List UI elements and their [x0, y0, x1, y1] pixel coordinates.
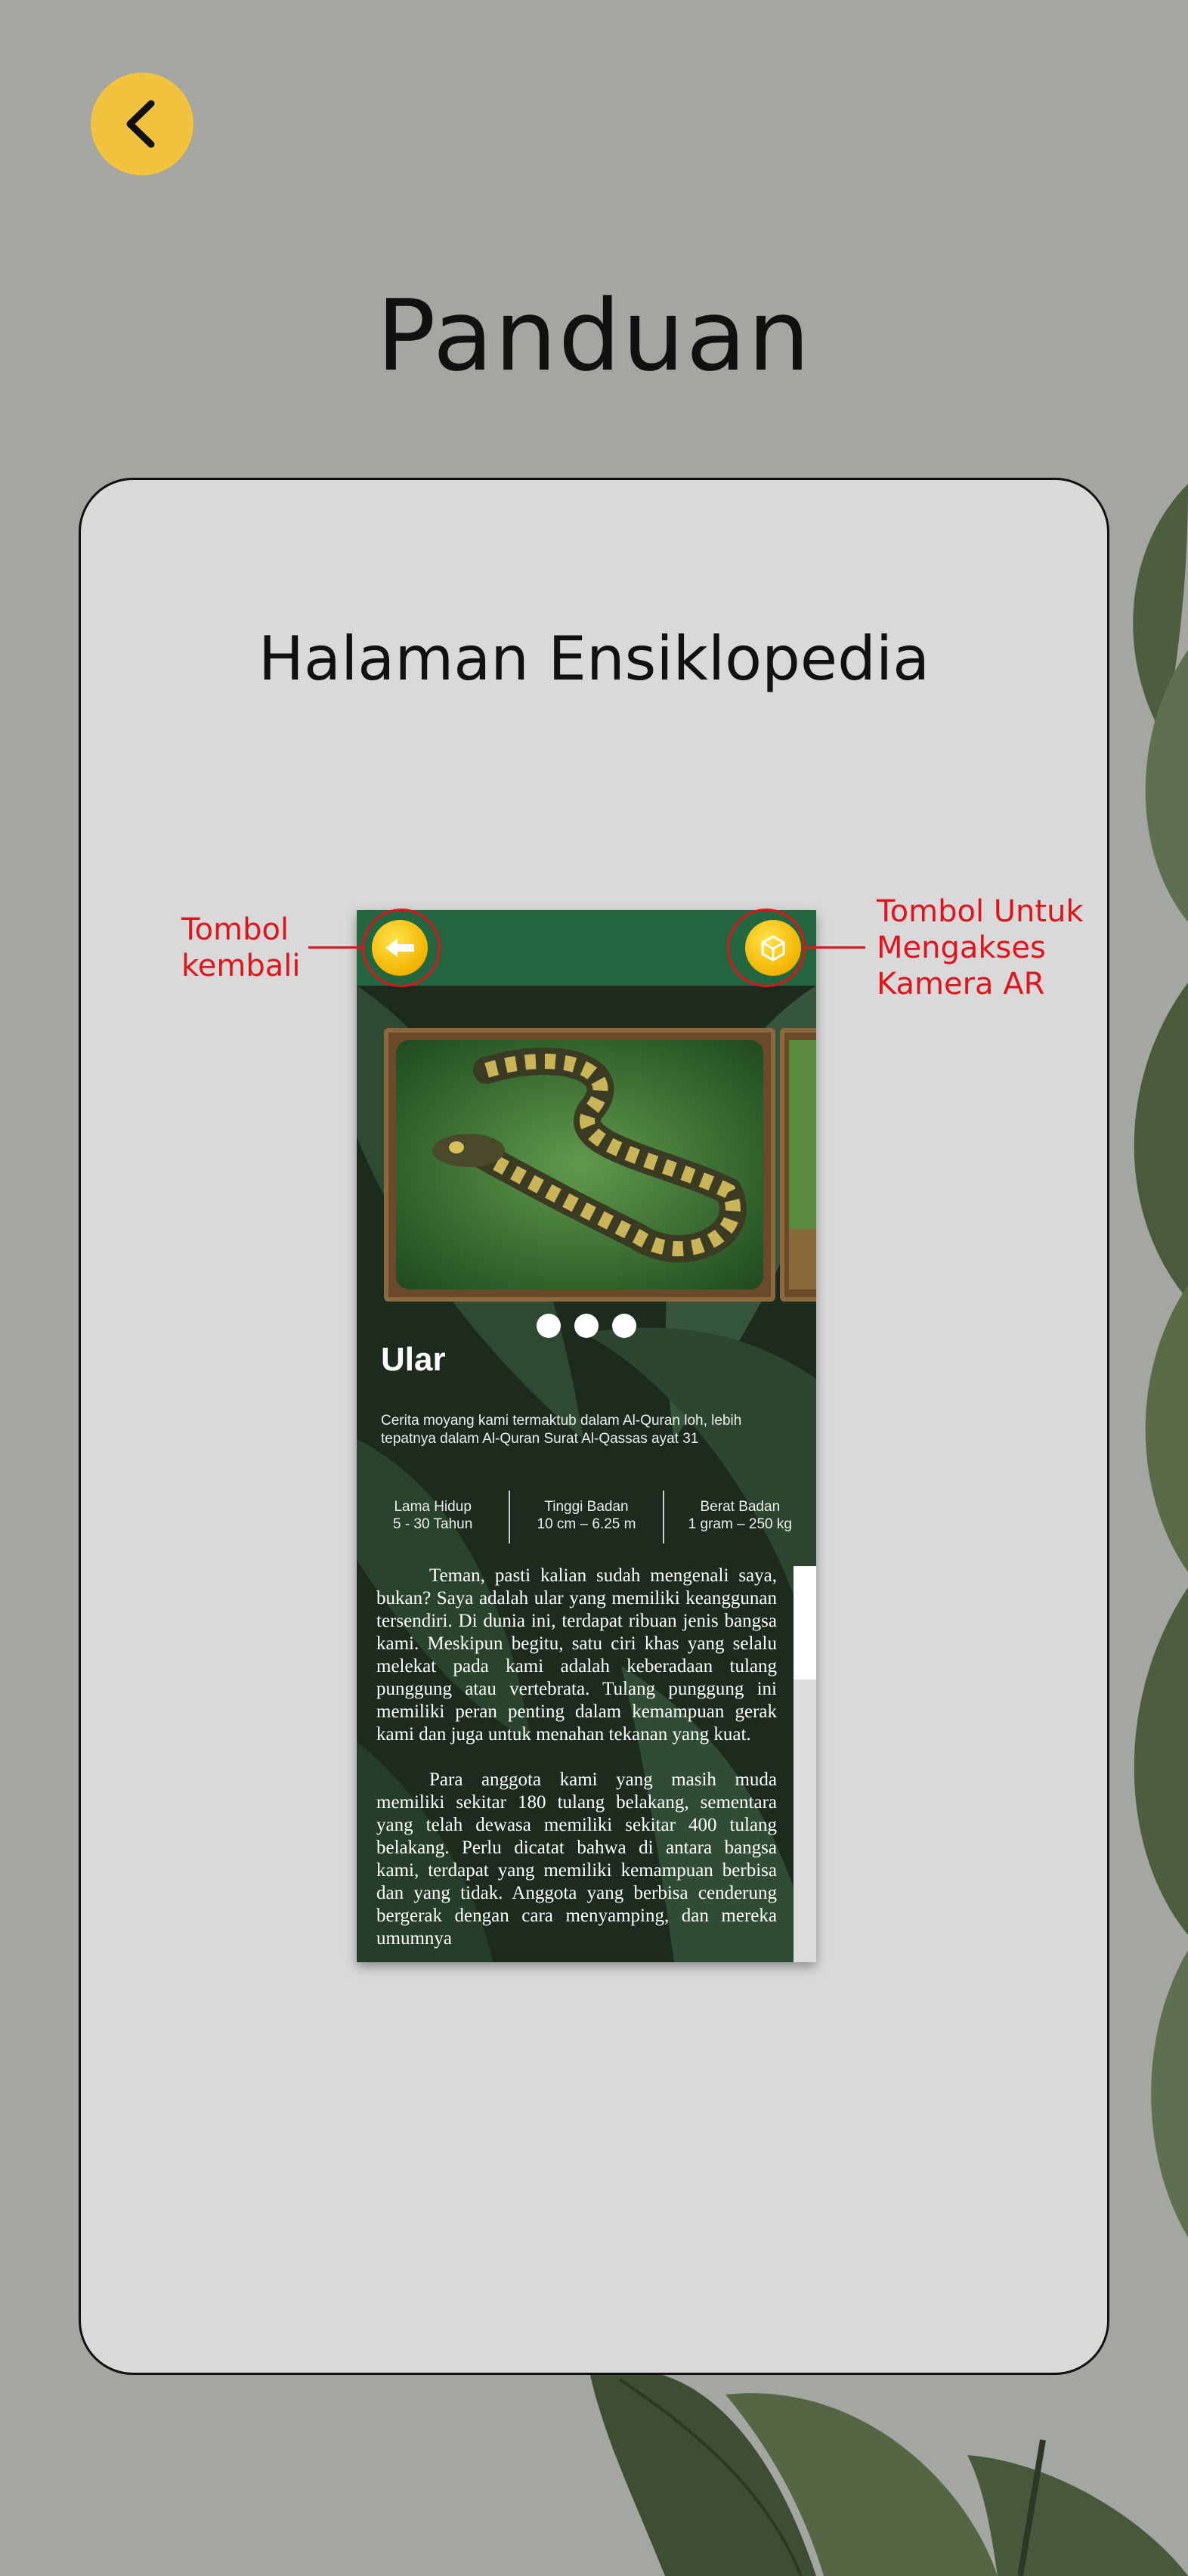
- carousel-dots: [357, 1314, 816, 1338]
- back-button[interactable]: [91, 73, 193, 175]
- carousel-dot[interactable]: [574, 1314, 599, 1338]
- ar-annotation: Tombol Untuk Mengakses Kamera AR: [877, 894, 1084, 1002]
- annotation-line: [308, 946, 363, 949]
- snake-image: [396, 1040, 763, 1290]
- stat-height: Tinggi Badan 10 cm – 6.25 m: [537, 1499, 636, 1532]
- back-annotation: Tombol kembali: [181, 912, 301, 983]
- animal-description: Cerita moyang kami termaktub dalam Al-Qu…: [381, 1413, 742, 1447]
- stat-lifespan: Lama Hidup 5 - 30 Tahun: [393, 1499, 473, 1532]
- card-title: Halaman Ensiklopedia: [258, 624, 930, 694]
- animal-name: Ular: [381, 1341, 446, 1378]
- next-photo[interactable]: [780, 1028, 816, 1302]
- encyclopedia-screenshot: Ular Cerita moyang kami termaktub dalam …: [357, 910, 816, 1962]
- page-title: Panduan: [376, 278, 812, 393]
- carousel-dot[interactable]: [537, 1314, 561, 1338]
- scrollbar-thumb[interactable]: [794, 1566, 816, 1680]
- annotation-line: [805, 946, 865, 949]
- paragraph: Para anggota kami yang masih muda memili…: [376, 1769, 777, 1949]
- next-image: [789, 1040, 816, 1290]
- stats-row: Lama Hidup 5 - 30 Tahun Tinggi Badan 10 …: [357, 1491, 816, 1543]
- carousel-dot[interactable]: [612, 1314, 636, 1338]
- animal-photo[interactable]: [384, 1028, 775, 1302]
- chevron-left-icon: [126, 100, 155, 148]
- paragraph: Teman, pasti kalian sudah mengenali saya…: [376, 1565, 777, 1745]
- ar-highlight-ring: [727, 909, 806, 987]
- leaf-decoration: [589, 2368, 1188, 2576]
- scrollbar[interactable]: [794, 1566, 816, 1962]
- stat-weight: Berat Badan 1 gram – 250 kg: [688, 1499, 792, 1532]
- back-highlight-ring: [362, 909, 441, 987]
- article-text: Teman, pasti kalian sudah mengenali saya…: [376, 1565, 777, 1962]
